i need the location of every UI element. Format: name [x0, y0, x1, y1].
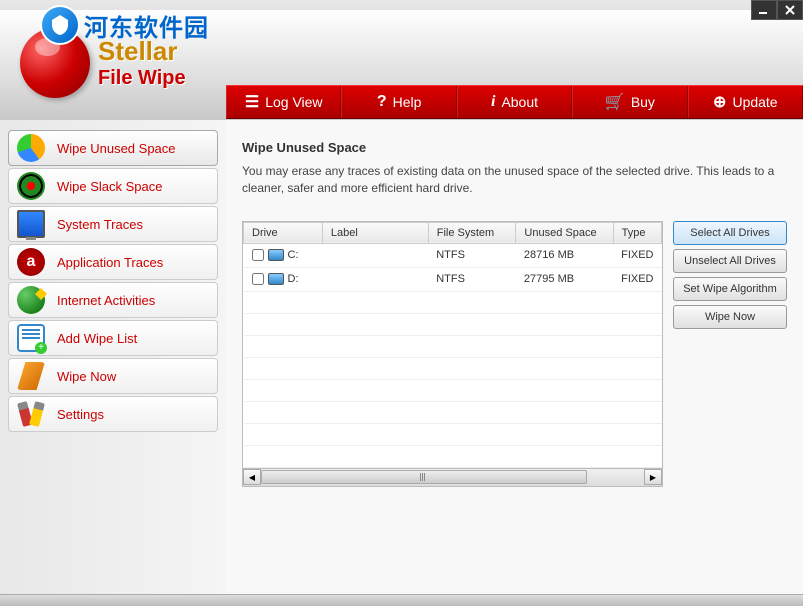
drive-letter: C: [288, 249, 299, 261]
toolbar-label: About [501, 94, 538, 110]
sidebar-item-label: Wipe Slack Space [57, 179, 163, 194]
toolbar-label: Update [732, 94, 777, 110]
drive-label [322, 267, 428, 291]
minimize-button[interactable] [751, 0, 777, 20]
close-button[interactable] [777, 0, 803, 20]
app-icon: a [17, 248, 45, 276]
help-icon: ? [377, 93, 387, 111]
sidebar-item-label: Wipe Unused Space [57, 141, 176, 156]
logview-button[interactable]: ☰ Log View [226, 86, 341, 118]
internet-icon [17, 286, 45, 314]
sidebar-item-wipe-now[interactable]: Wipe Now [8, 358, 218, 394]
window-titlebar-controls [751, 0, 803, 20]
globe-icon: ⊕ [713, 92, 726, 112]
buy-button[interactable]: 🛒 Buy [572, 86, 687, 118]
sidebar-item-app-traces[interactable]: a Application Traces [8, 244, 218, 280]
add-list-icon [17, 324, 45, 352]
drives-table: Drive Label File System Unused Space Typ… [243, 222, 662, 468]
drive-icon [268, 273, 284, 285]
content-panel: Wipe Unused Space You may erase any trac… [226, 120, 803, 606]
select-all-button[interactable]: Select All Drives [673, 221, 787, 245]
scroll-right-arrow[interactable]: ▶ [644, 469, 662, 485]
drive-icon [268, 249, 284, 261]
horizontal-scrollbar[interactable]: ◀ ▶ [243, 468, 662, 486]
drives-table-container: Drive Label File System Unused Space Typ… [242, 221, 663, 487]
drive-type: FIXED [613, 267, 661, 291]
cart-icon: 🛒 [605, 92, 625, 112]
sidebar-item-system-traces[interactable]: System Traces [8, 206, 218, 242]
toolbar-label: Help [393, 94, 422, 110]
app-name-2: File Wipe [98, 67, 186, 90]
col-label[interactable]: Label [322, 222, 428, 243]
sidebar-item-label: Internet Activities [57, 293, 155, 308]
scroll-track[interactable] [261, 469, 644, 485]
content-title: Wipe Unused Space [242, 140, 787, 155]
sidebar-item-wipe-slack[interactable]: Wipe Slack Space [8, 168, 218, 204]
scroll-left-arrow[interactable]: ◀ [243, 469, 261, 485]
drive-checkbox[interactable] [252, 273, 264, 285]
sidebar: Wipe Unused Space Wipe Slack Space Syste… [0, 120, 226, 606]
sidebar-item-settings[interactable]: Settings [8, 396, 218, 432]
watermark-logo-icon [40, 5, 80, 45]
drive-letter: D: [288, 273, 299, 285]
about-button[interactable]: i About [457, 86, 572, 118]
watermark-overlay: 河东软件园 [40, 5, 209, 45]
drive-label [322, 243, 428, 267]
col-unused[interactable]: Unused Space [516, 222, 613, 243]
col-drive[interactable]: Drive [244, 222, 323, 243]
toolbar-label: Buy [631, 94, 655, 110]
sidebar-item-internet[interactable]: Internet Activities [8, 282, 218, 318]
scroll-thumb[interactable] [261, 470, 587, 484]
col-type[interactable]: Type [613, 222, 661, 243]
sidebar-item-wipe-unused[interactable]: Wipe Unused Space [8, 130, 218, 166]
drive-type: FIXED [613, 243, 661, 267]
watermark-text: 河东软件园 [84, 8, 209, 43]
sidebar-item-label: Add Wipe List [57, 331, 137, 346]
toolbar-label: Log View [265, 94, 322, 110]
wipe-now-button[interactable]: Wipe Now [673, 305, 787, 329]
drive-checkbox[interactable] [252, 249, 264, 261]
drive-unused: 28716 MB [516, 243, 613, 267]
target-icon [17, 172, 45, 200]
footer-bar [0, 594, 803, 606]
main-toolbar: ☰ Log View ? Help i About 🛒 Buy ⊕ Update [226, 85, 803, 119]
drive-unused: 27795 MB [516, 267, 613, 291]
sidebar-item-label: Application Traces [57, 255, 163, 270]
set-algorithm-button[interactable]: Set Wipe Algorithm [673, 277, 787, 301]
update-button[interactable]: ⊕ Update [688, 86, 803, 118]
sidebar-item-label: Settings [57, 407, 104, 422]
sidebar-item-add-list[interactable]: Add Wipe List [8, 320, 218, 356]
monitor-icon [17, 210, 45, 238]
list-icon: ☰ [245, 92, 259, 112]
drive-fs: NTFS [428, 267, 516, 291]
sidebar-item-label: Wipe Now [57, 369, 116, 384]
drive-fs: NTFS [428, 243, 516, 267]
action-panel: Select All Drives Unselect All Drives Se… [673, 221, 787, 487]
content-description: You may erase any traces of existing dat… [242, 163, 787, 197]
pie-chart-icon [17, 134, 45, 162]
table-row[interactable]: D: NTFS 27795 MB FIXED [244, 267, 662, 291]
tools-icon [17, 400, 45, 428]
eraser-icon [17, 362, 45, 390]
sidebar-item-label: System Traces [57, 217, 143, 232]
table-row[interactable]: C: NTFS 28716 MB FIXED [244, 243, 662, 267]
col-filesystem[interactable]: File System [428, 222, 516, 243]
unselect-all-button[interactable]: Unselect All Drives [673, 249, 787, 273]
help-button[interactable]: ? Help [341, 86, 456, 118]
info-icon: i [491, 93, 495, 111]
